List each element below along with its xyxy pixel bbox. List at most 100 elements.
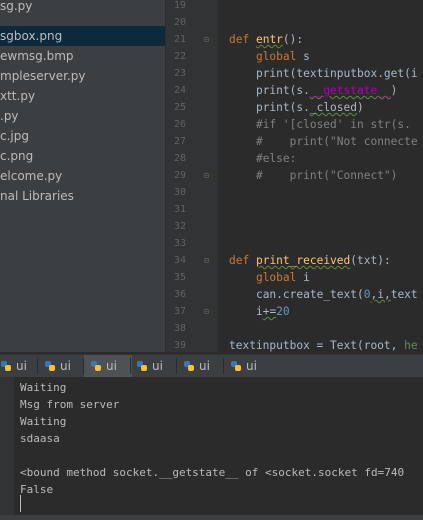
run-tab[interactable]: ui bbox=[40, 355, 84, 377]
comment: # print("Not connecte bbox=[255, 135, 418, 148]
run-console[interactable]: Waiting Msg from server Waiting sdaasa <… bbox=[0, 377, 423, 520]
comment: #if '[closed' in str(s. bbox=[255, 118, 411, 131]
code-line-22: global s bbox=[229, 48, 310, 65]
project-file-item[interactable]: c.png bbox=[0, 146, 33, 166]
line-number: 30 bbox=[173, 187, 186, 198]
code-token: print(textinputbox.get(i bbox=[255, 67, 418, 80]
run-tab-label: ui bbox=[246, 359, 257, 373]
tab-divider bbox=[37, 358, 38, 374]
project-file-item[interactable]: .py bbox=[0, 106, 19, 126]
code-token: print(s. bbox=[255, 84, 310, 97]
line-number: 37 bbox=[173, 306, 186, 317]
run-tab-label: ui bbox=[199, 359, 210, 373]
line-number: 20 bbox=[173, 17, 186, 28]
project-file-item[interactable]: xtt.py bbox=[0, 86, 35, 106]
code-line-28: #else: bbox=[229, 150, 296, 167]
project-file-item[interactable]: mpleserver.py bbox=[0, 66, 85, 86]
text-caret bbox=[20, 495, 21, 512]
code-line-26: #if '[closed' in str(s. bbox=[229, 116, 411, 133]
keyword: def bbox=[229, 254, 250, 267]
code-line-27: # print("Not connecte bbox=[229, 133, 418, 150]
python-icon bbox=[184, 360, 194, 371]
console-gutter bbox=[0, 377, 14, 520]
python-icon bbox=[1, 360, 11, 371]
function-name: entr bbox=[255, 33, 283, 46]
run-tab[interactable]: ui bbox=[0, 355, 34, 377]
run-tab-label: ui bbox=[106, 359, 117, 373]
fold-end-icon[interactable]: ⊟ bbox=[204, 171, 214, 181]
code-line-25: print(s._closed) bbox=[229, 99, 364, 116]
python-icon bbox=[137, 360, 147, 371]
code-line-21: def entr(): bbox=[229, 31, 303, 48]
console-line: Waiting bbox=[20, 415, 67, 428]
editor-gutter: 19 20 21 22 23 24 25 26 27 28 29 30 31 3… bbox=[166, 0, 218, 352]
run-tab[interactable]: ui bbox=[179, 355, 223, 377]
line-number: 36 bbox=[173, 289, 186, 300]
code-token: += bbox=[262, 305, 277, 318]
code-line-37: i+=20 bbox=[229, 303, 290, 320]
code-line-39: textinputbox = Text(root, he bbox=[229, 337, 418, 352]
console-line: sdaasa bbox=[20, 432, 60, 445]
line-number: 25 bbox=[173, 102, 186, 113]
code-token: _closed bbox=[309, 101, 357, 114]
project-file-item[interactable]: sg.py bbox=[0, 0, 32, 16]
code-line-34: def print_received(txt): bbox=[229, 252, 391, 269]
run-tab[interactable]: ui bbox=[132, 355, 176, 377]
code-token: ,i, bbox=[370, 288, 391, 301]
external-libraries-item[interactable]: nal Libraries bbox=[0, 186, 74, 206]
line-number: 35 bbox=[173, 272, 186, 283]
line-number: 26 bbox=[173, 119, 186, 130]
project-file-item-selected[interactable]: sgbox.png bbox=[0, 26, 165, 46]
line-number: 28 bbox=[173, 153, 186, 164]
project-file-item[interactable]: elcome.py bbox=[0, 166, 62, 186]
run-tab-label: ui bbox=[152, 359, 163, 373]
line-number: 34 bbox=[173, 255, 186, 266]
python-icon bbox=[45, 360, 55, 371]
keyword: def bbox=[229, 33, 250, 46]
line-number: 21 bbox=[173, 34, 186, 45]
code-line-35: global i bbox=[229, 269, 310, 286]
line-number: 23 bbox=[173, 68, 186, 79]
code-token: he bbox=[404, 339, 418, 352]
line-number: 29 bbox=[173, 170, 186, 181]
horizontal-scrollbar[interactable] bbox=[0, 515, 423, 520]
code-line-29: # print("Connect") bbox=[229, 167, 397, 184]
function-name: print_received bbox=[255, 254, 351, 267]
code-token: s bbox=[296, 50, 310, 63]
run-tab-active[interactable]: ui bbox=[84, 355, 132, 377]
run-tab[interactable]: ui bbox=[226, 355, 270, 377]
line-number: 32 bbox=[173, 221, 186, 232]
tab-divider bbox=[223, 358, 224, 374]
console-line: False bbox=[20, 483, 54, 496]
code-token: i bbox=[255, 305, 263, 318]
run-tab-label: ui bbox=[16, 359, 27, 373]
console-line: <bound method socket.__getstate__ of <so… bbox=[20, 466, 405, 479]
code-token: ) bbox=[357, 101, 364, 114]
line-number: 22 bbox=[173, 51, 186, 62]
code-token: text bbox=[390, 288, 418, 301]
fold-end-icon[interactable]: ⊟ bbox=[204, 307, 214, 317]
keyword: global bbox=[255, 271, 297, 284]
line-number: 27 bbox=[173, 136, 186, 147]
project-file-item[interactable]: ewmsg.bmp bbox=[0, 46, 74, 66]
console-line: Waiting bbox=[20, 381, 67, 394]
line-number: 38 bbox=[173, 323, 186, 334]
project-file-item[interactable]: c.jpg bbox=[0, 126, 29, 146]
code-token: textinputbox = Text(root, bbox=[229, 339, 405, 352]
code-line-36: can.create_text(0,i,text bbox=[229, 286, 418, 303]
tab-divider bbox=[130, 358, 131, 374]
console-line: Msg from server bbox=[20, 398, 120, 411]
fold-marker-icon[interactable]: ⊟ bbox=[204, 35, 214, 45]
code-token: (txt): bbox=[350, 254, 391, 267]
comment: #else: bbox=[255, 152, 297, 165]
python-icon bbox=[231, 360, 241, 371]
line-number: 24 bbox=[173, 85, 186, 96]
python-icon bbox=[91, 360, 101, 371]
line-number: 39 bbox=[173, 340, 186, 351]
fold-marker-icon[interactable]: ⊟ bbox=[204, 256, 214, 266]
line-number: 33 bbox=[173, 238, 186, 249]
number-literal: 20 bbox=[276, 305, 290, 318]
comment: # print("Connect") bbox=[255, 169, 398, 182]
code-editor[interactable]: def entr(): global s print(textinputbox.… bbox=[219, 0, 423, 352]
line-number: 19 bbox=[173, 0, 186, 11]
